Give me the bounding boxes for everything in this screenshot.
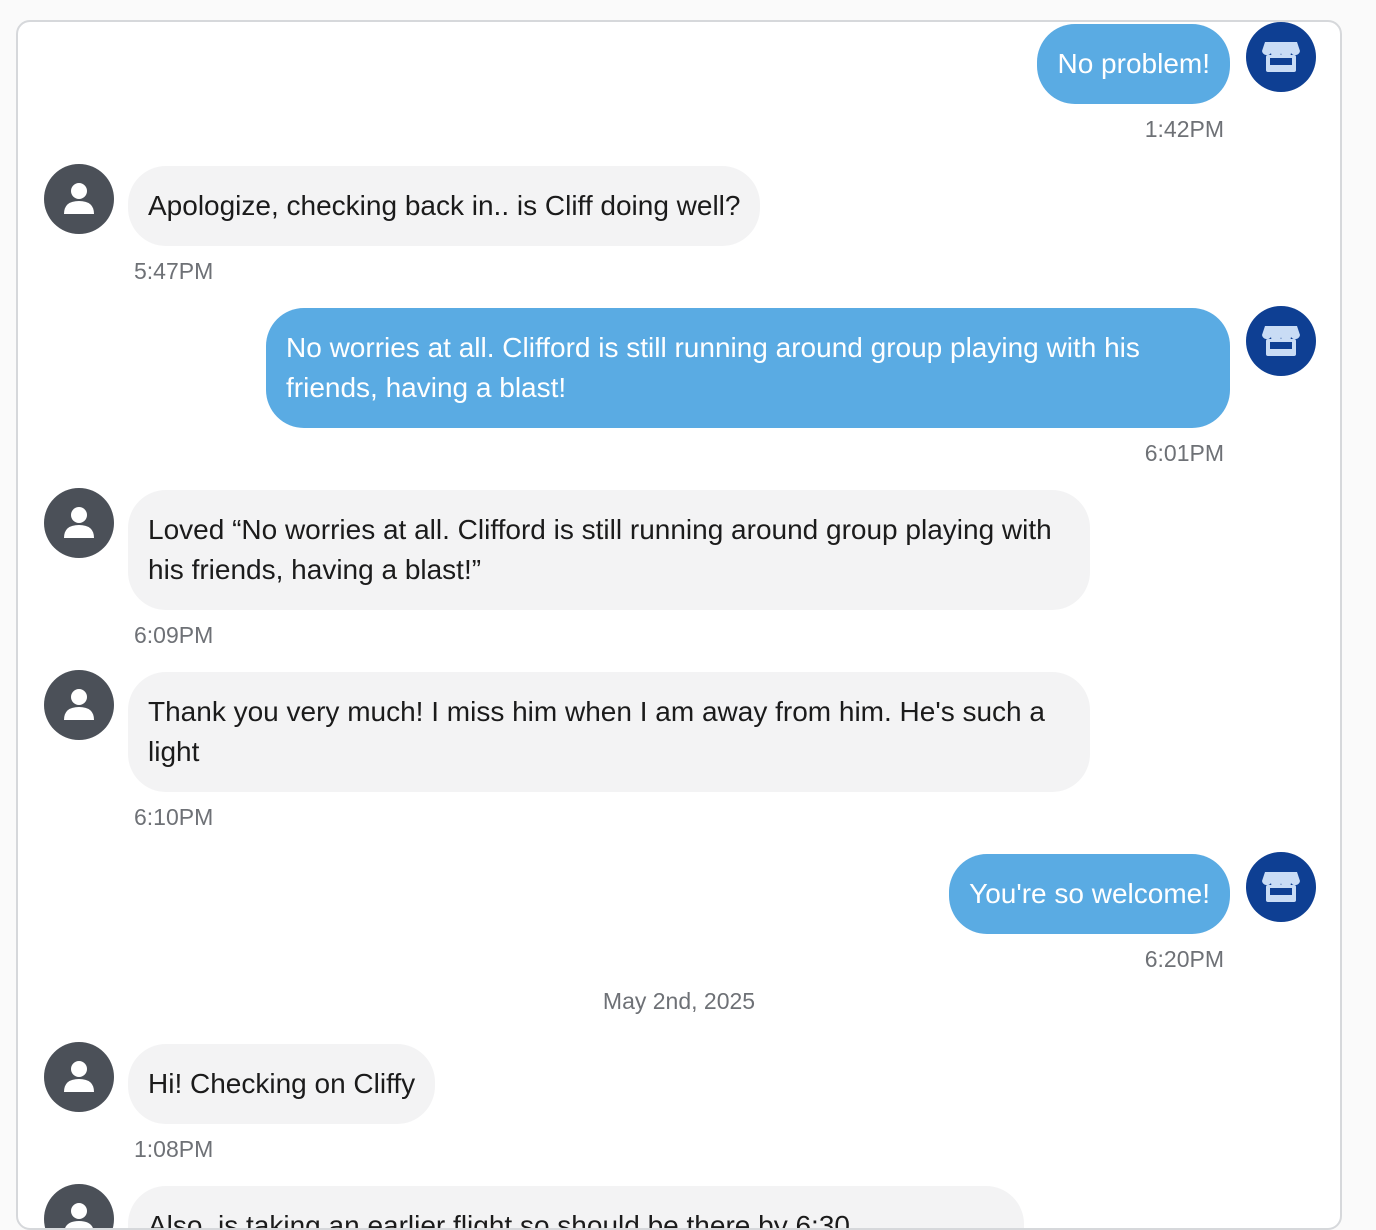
message-thread[interactable]: No problem! 1:42PM Apologize, checking b… <box>18 22 1340 1228</box>
storefront-icon <box>1262 42 1300 72</box>
scrollbar[interactable] <box>1330 22 1340 1228</box>
message-timestamp: 1:08PM <box>134 1136 214 1162</box>
message-bubble[interactable]: Hi! Checking on Cliffy <box>128 1044 436 1124</box>
customer-avatar <box>44 1184 114 1228</box>
message-timestamp: 6:09PM <box>134 622 214 648</box>
person-icon <box>64 507 94 538</box>
date-separator: May 2nd, 2025 <box>602 988 756 1014</box>
message-timestamp: 6:20PM <box>1144 946 1224 972</box>
message-timestamp: 6:01PM <box>1144 440 1224 466</box>
customer-avatar <box>44 164 114 234</box>
message-bubble[interactable]: You're so welcome! <box>949 854 1230 934</box>
message-timestamp: 1:42PM <box>1144 116 1224 142</box>
customer-avatar <box>44 670 114 740</box>
message-bubble[interactable]: No problem! <box>1037 24 1230 104</box>
message-bubble[interactable]: Apologize, checking back in.. is Cliff d… <box>128 166 761 246</box>
person-icon <box>64 183 94 214</box>
person-icon <box>64 1061 94 1092</box>
person-icon <box>64 689 94 720</box>
message-bubble[interactable]: No worries at all. Clifford is still run… <box>266 308 1230 428</box>
message-bubble[interactable]: Loved “No worries at all. Clifford is st… <box>128 490 1090 610</box>
person-icon <box>65 1203 93 1228</box>
business-avatar <box>1246 22 1316 92</box>
customer-avatar <box>44 1042 114 1112</box>
storefront-icon <box>1262 872 1300 902</box>
message-bubble[interactable]: Also, is taking an earlier flight so sho… <box>128 1186 1024 1228</box>
business-avatar <box>1246 852 1316 922</box>
message-timestamp: 6:10PM <box>134 804 214 830</box>
customer-avatar <box>44 488 114 558</box>
business-avatar <box>1246 306 1316 376</box>
message-bubble[interactable]: Thank you very much! I miss him when I a… <box>128 672 1090 792</box>
message-timestamp: 5:47PM <box>134 258 214 284</box>
conversation-panel: No problem! 1:42PM Apologize, checking b… <box>16 20 1342 1230</box>
storefront-icon <box>1262 326 1300 356</box>
